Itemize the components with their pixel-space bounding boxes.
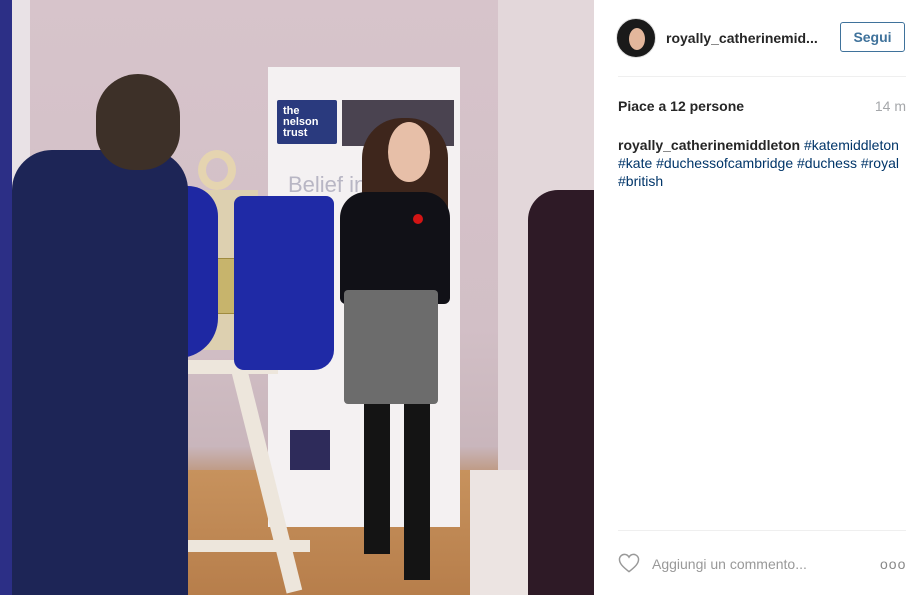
man-figure bbox=[12, 150, 188, 595]
man-head bbox=[96, 74, 180, 170]
poppy bbox=[413, 214, 423, 224]
post-header: royally_catherinemid... Segui bbox=[594, 0, 906, 76]
banner-logo: the nelson trust bbox=[277, 100, 337, 144]
caption-username[interactable]: royally_catherinemiddleton bbox=[618, 137, 800, 153]
curtain bbox=[234, 196, 334, 370]
avatar[interactable] bbox=[616, 18, 656, 58]
post-sidebar: royally_catherinemid... Segui Piace a 12… bbox=[594, 0, 906, 595]
banner-edge-left bbox=[0, 0, 12, 595]
bystander-figure bbox=[528, 190, 594, 595]
post-photo[interactable]: the nelson trust Belief in bbox=[0, 0, 594, 595]
post-time[interactable]: 14 m bbox=[875, 98, 906, 114]
comment-input[interactable] bbox=[652, 554, 842, 574]
divider bbox=[618, 76, 906, 77]
banner-foot bbox=[290, 430, 330, 470]
likes-count[interactable]: Piace a 12 persone bbox=[618, 98, 744, 114]
heart-icon[interactable] bbox=[618, 553, 640, 573]
follow-button[interactable]: Segui bbox=[840, 22, 905, 52]
hashtag[interactable]: #kate bbox=[618, 155, 652, 171]
ornament bbox=[198, 150, 236, 190]
woman-face bbox=[388, 122, 430, 182]
username-link[interactable]: royally_catherinemid... bbox=[666, 30, 818, 46]
more-options-icon[interactable]: ooo bbox=[880, 556, 906, 572]
woman-leg bbox=[404, 404, 430, 580]
divider bbox=[618, 530, 906, 531]
hashtag[interactable]: #katemiddleton bbox=[804, 137, 899, 153]
woman-leg bbox=[364, 404, 390, 554]
hashtag[interactable]: #royal bbox=[861, 155, 899, 171]
woman-figure bbox=[340, 192, 450, 304]
hashtag[interactable]: #duchessofcambridge bbox=[656, 155, 793, 171]
caption: royally_catherinemiddleton #katemiddleto… bbox=[618, 136, 904, 190]
hashtag[interactable]: #british bbox=[618, 173, 663, 189]
hashtag[interactable]: #duchess bbox=[797, 155, 857, 171]
banner-logo-text: the nelson trust bbox=[283, 105, 319, 139]
woman-skirt bbox=[344, 290, 438, 404]
